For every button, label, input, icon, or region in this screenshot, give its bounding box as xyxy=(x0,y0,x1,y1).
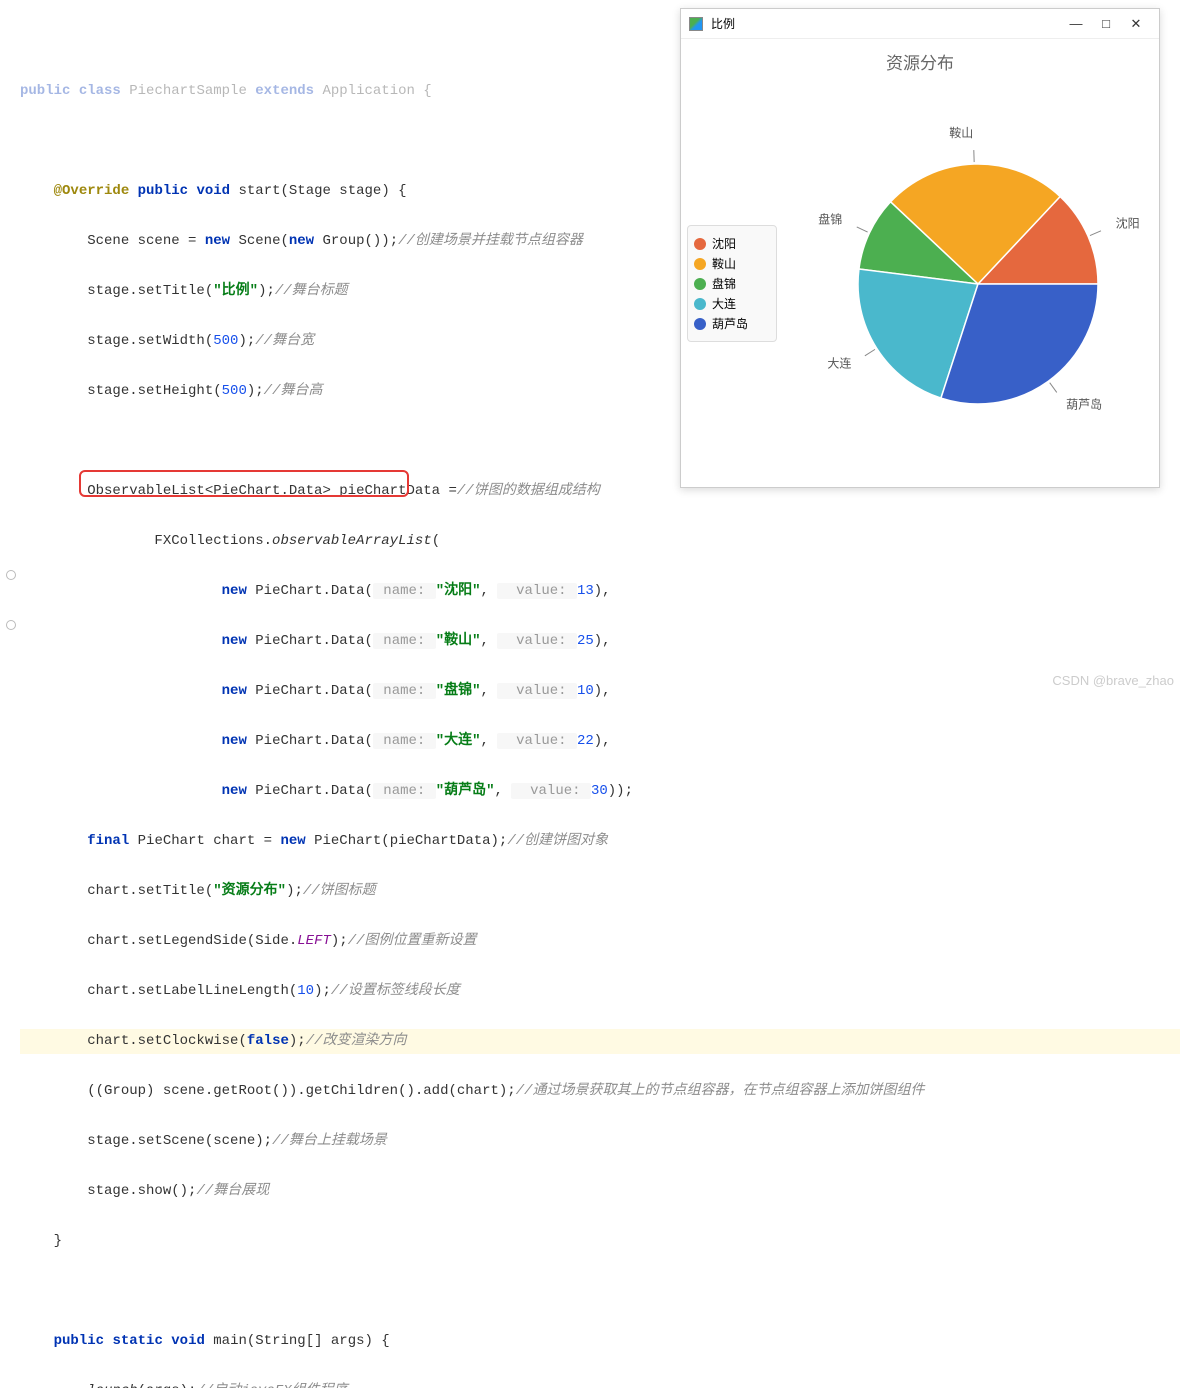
gutter-marker-bot xyxy=(6,620,16,630)
legend-label: 沈阳 xyxy=(712,235,736,252)
gutter-marker-top xyxy=(6,570,16,580)
pie-label: 大连 xyxy=(827,355,851,370)
legend-swatch xyxy=(694,298,706,310)
app-window: 比例 — □ ✕ 资源分布 沈阳鞍山盘锦大连葫芦岛 沈阳鞍山盘锦大连葫芦岛 xyxy=(680,8,1160,488)
pie-chart: 沈阳 鞍山盘锦大连葫芦岛 xyxy=(777,104,1159,464)
legend-swatch xyxy=(694,258,706,270)
window-title: 比例 xyxy=(711,15,735,32)
legend-swatch xyxy=(694,318,706,330)
pie-label: 沈阳 xyxy=(1116,215,1140,230)
legend-item: 葫芦岛 xyxy=(694,315,770,332)
legend-label: 大连 xyxy=(712,295,736,312)
legend-item: 大连 xyxy=(694,295,770,312)
pie-label: 盘锦 xyxy=(818,211,842,226)
pie-label: 葫芦岛 xyxy=(1066,396,1102,411)
app-icon xyxy=(689,17,703,31)
titlebar[interactable]: 比例 — □ ✕ xyxy=(681,9,1159,39)
legend-swatch xyxy=(694,238,706,250)
legend-swatch xyxy=(694,278,706,290)
watermark: CSDN @brave_zhao xyxy=(1052,673,1174,688)
override-annotation: @Override xyxy=(54,183,130,199)
chart-container: 资源分布 沈阳鞍山盘锦大连葫芦岛 沈阳鞍山盘锦大连葫芦岛 xyxy=(681,39,1159,487)
legend-item: 沈阳 xyxy=(694,235,770,252)
close-button[interactable]: ✕ xyxy=(1121,11,1151,37)
maximize-button[interactable]: □ xyxy=(1091,11,1121,37)
chart-title: 资源分布 xyxy=(886,49,954,74)
legend: 沈阳鞍山盘锦大连葫芦岛 xyxy=(687,225,777,342)
legend-label: 盘锦 xyxy=(712,275,736,292)
minimize-button[interactable]: — xyxy=(1061,11,1091,37)
legend-item: 鞍山 xyxy=(694,255,770,272)
legend-item: 盘锦 xyxy=(694,275,770,292)
legend-label: 葫芦岛 xyxy=(712,315,748,332)
pie-label: 鞍山 xyxy=(949,125,973,140)
legend-label: 鞍山 xyxy=(712,255,736,272)
